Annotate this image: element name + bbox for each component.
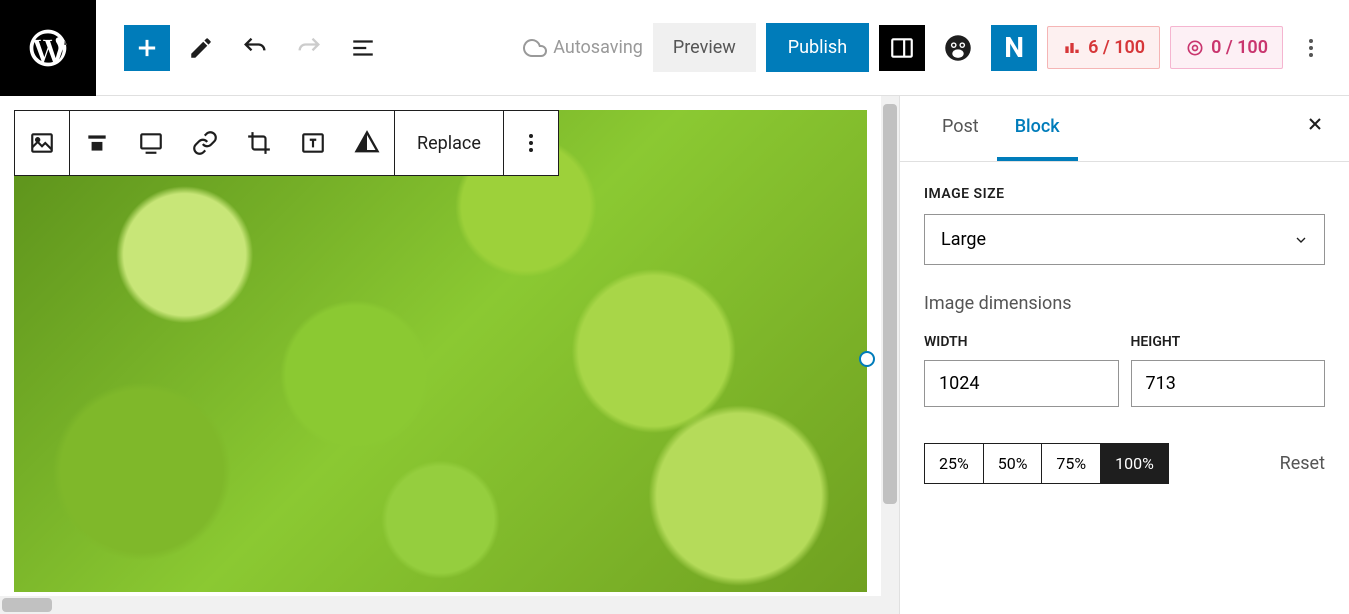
document-outline-button[interactable] — [340, 25, 386, 71]
add-block-button[interactable] — [124, 25, 170, 71]
link-button[interactable] — [178, 111, 232, 175]
percentage-button-group: 25% 50% 75% 100% — [924, 443, 1169, 484]
image-size-select[interactable]: Large — [924, 214, 1325, 265]
publish-button[interactable]: Publish — [766, 23, 869, 72]
close-sidebar-button[interactable] — [1305, 114, 1325, 134]
replace-button[interactable]: Replace — [395, 111, 503, 175]
readability-score-value: 0 / 100 — [1211, 37, 1268, 58]
width-input[interactable] — [924, 360, 1119, 407]
plugin-n-icon[interactable]: N — [991, 25, 1037, 71]
seo-score-value: 6 / 100 — [1088, 37, 1145, 58]
pct-100-button[interactable]: 100% — [1101, 444, 1168, 483]
pct-25-button[interactable]: 25% — [925, 444, 984, 483]
pct-50-button[interactable]: 50% — [984, 444, 1043, 483]
block-more-button[interactable] — [504, 111, 558, 175]
settings-sidebar-toggle[interactable] — [879, 25, 925, 71]
apples-image[interactable] — [14, 110, 867, 592]
horizontal-scrollbar[interactable] — [0, 596, 881, 614]
seo-score-badge[interactable]: 6 / 100 — [1047, 26, 1160, 69]
image-dimensions-label: Image dimensions — [924, 293, 1325, 314]
redo-button[interactable] — [286, 25, 332, 71]
tab-post[interactable]: Post — [924, 96, 997, 161]
height-input[interactable] — [1131, 360, 1326, 407]
undo-button[interactable] — [232, 25, 278, 71]
width-label: WIDTH — [924, 334, 1119, 350]
more-options-button[interactable] — [1293, 36, 1329, 60]
block-type-icon[interactable] — [15, 111, 69, 175]
caption-button[interactable] — [124, 111, 178, 175]
autosave-label: Autosaving — [553, 37, 643, 58]
block-toolbar: Replace — [14, 110, 559, 176]
crop-button[interactable] — [232, 111, 286, 175]
image-size-label: IMAGE SIZE — [924, 186, 1325, 202]
align-button[interactable] — [70, 111, 124, 175]
edit-mode-button[interactable] — [178, 25, 224, 71]
reset-button[interactable]: Reset — [1280, 453, 1325, 474]
resize-handle[interactable] — [859, 351, 875, 367]
image-block[interactable] — [14, 110, 867, 592]
height-label: HEIGHT — [1131, 334, 1326, 350]
plugin-monkey-icon[interactable] — [935, 25, 981, 71]
preview-button[interactable]: Preview — [653, 23, 756, 72]
text-overlay-button[interactable] — [286, 111, 340, 175]
pct-75-button[interactable]: 75% — [1042, 444, 1101, 483]
duotone-button[interactable] — [340, 111, 394, 175]
readability-score-badge[interactable]: 0 / 100 — [1170, 26, 1283, 69]
vertical-scrollbar[interactable] — [881, 96, 899, 614]
tab-block[interactable]: Block — [997, 96, 1078, 161]
wordpress-logo[interactable] — [0, 0, 96, 96]
editor-canvas[interactable]: Replace — [0, 96, 899, 614]
settings-sidebar: Post Block IMAGE SIZE Large Image dimens… — [899, 96, 1349, 614]
autosave-status: Autosaving — [523, 36, 643, 60]
